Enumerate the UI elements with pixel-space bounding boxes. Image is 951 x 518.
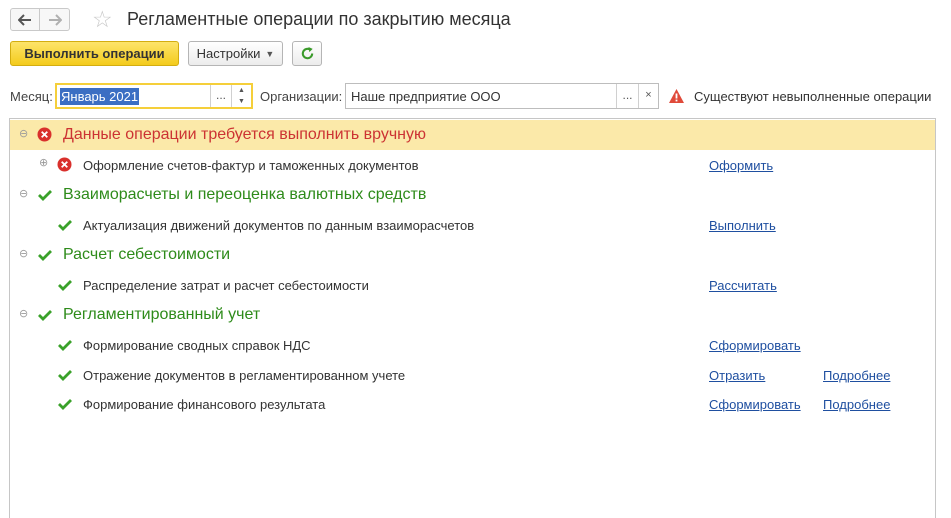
organization-clear-button[interactable]: × [638, 84, 658, 108]
group-row-cost[interactable]: ⊖ Расчет себестоимости [10, 240, 935, 268]
operations-tree: ⊖ Данные операции требуется выполнить вр… [9, 118, 936, 518]
list-item[interactable]: ⊕ Оформление счетов-фактур и таможенных … [10, 151, 935, 177]
run-operations-button[interactable]: Выполнить операции [10, 41, 179, 66]
operation-action-link[interactable]: Оформить [709, 158, 773, 173]
list-item[interactable]: Распределение затрат и расчет себестоимо… [10, 271, 935, 297]
collapse-icon[interactable]: ⊖ [19, 189, 28, 200]
chevron-down-icon: ▼ [265, 48, 275, 59]
list-item[interactable]: Формирование сводных справок НДС Сформир… [10, 331, 935, 357]
operation-action-link[interactable]: Отразить [709, 368, 765, 383]
forward-button[interactable] [40, 8, 70, 31]
spin-up-icon[interactable]: ▲ [232, 85, 251, 96]
collapse-icon[interactable]: ⊖ [19, 129, 28, 140]
warning-text: Существуют невыполненные операции [694, 89, 932, 104]
arrow-left-icon [18, 13, 31, 26]
operation-label: Формирование финансового результата [83, 397, 326, 412]
organization-label: Организации: [260, 89, 343, 104]
group-row-settlements[interactable]: ⊖ Взаиморасчеты и переоценка валютных ср… [10, 180, 935, 208]
organization-value[interactable]: Наше предприятие ООО [351, 89, 501, 104]
list-item[interactable]: Отражение документов в регламентированно… [10, 361, 935, 387]
list-item[interactable]: Актуализация движений документов по данн… [10, 211, 935, 237]
settings-button[interactable]: Настройки ▼ [188, 41, 283, 66]
refresh-button[interactable] [292, 41, 322, 66]
page-title: Регламентные операции по закрытию месяца [127, 9, 511, 29]
group-row-regulated[interactable]: ⊖ Регламентированный учет [10, 300, 935, 328]
operation-action-link[interactable]: Выполнить [709, 218, 776, 233]
month-value[interactable]: Январь 2021 [60, 88, 140, 105]
checkmark-icon [58, 370, 72, 381]
list-item[interactable]: Формирование финансового результата Сфор… [10, 390, 935, 416]
checkmark-icon [38, 250, 52, 261]
group-label: Расчет себестоимости [63, 246, 231, 263]
checkmark-icon [58, 220, 72, 231]
operation-label: Оформление счетов-фактур и таможенных до… [83, 158, 419, 173]
operation-details-link[interactable]: Подробнее [823, 397, 890, 412]
refresh-icon [301, 46, 313, 60]
operation-label: Формирование сводных справок НДС [83, 338, 311, 353]
checkmark-icon [58, 340, 72, 351]
month-choose-button[interactable]: ... [210, 85, 231, 107]
group-label: Взаиморасчеты и переоценка валютных сред… [63, 186, 427, 203]
group-label: Регламентированный учет [63, 306, 261, 323]
month-label: Месяц: [10, 89, 53, 104]
operation-action-link[interactable]: Рассчитать [709, 278, 777, 293]
checkmark-icon [38, 310, 52, 321]
month-field[interactable]: Январь 2021 ... ▲ ▼ [55, 83, 253, 109]
operation-label: Распределение затрат и расчет себестоимо… [83, 278, 369, 293]
back-button[interactable] [10, 8, 40, 31]
checkmark-icon [58, 280, 72, 291]
group-row-manual[interactable]: ⊖ Данные операции требуется выполнить вр… [10, 120, 935, 150]
group-label: Данные операции требуется выполнить вруч… [63, 126, 427, 143]
expand-icon[interactable]: ⊕ [39, 158, 48, 169]
warning-icon [669, 89, 684, 103]
spin-down-icon[interactable]: ▼ [232, 96, 251, 107]
checkmark-icon [58, 399, 72, 410]
operation-label: Отражение документов в регламентированно… [83, 368, 406, 383]
operation-label: Актуализация движений документов по данн… [83, 218, 475, 233]
operation-details-link[interactable]: Подробнее [823, 368, 890, 383]
organization-field[interactable]: Наше предприятие ООО ... × [345, 83, 659, 109]
star-icon[interactable]: ☆ [92, 6, 113, 32]
organization-choose-button[interactable]: ... [616, 84, 638, 108]
error-icon [57, 157, 72, 172]
arrow-right-icon [48, 13, 62, 26]
collapse-icon[interactable]: ⊖ [19, 309, 28, 320]
collapse-icon[interactable]: ⊖ [19, 249, 28, 260]
error-icon [37, 127, 52, 142]
checkmark-icon [38, 190, 52, 201]
settings-button-label: Настройки [196, 46, 261, 61]
month-spinner[interactable]: ▲ ▼ [231, 85, 251, 107]
operation-action-link[interactable]: Сформировать [709, 397, 801, 412]
operation-action-link[interactable]: Сформировать [709, 338, 801, 353]
